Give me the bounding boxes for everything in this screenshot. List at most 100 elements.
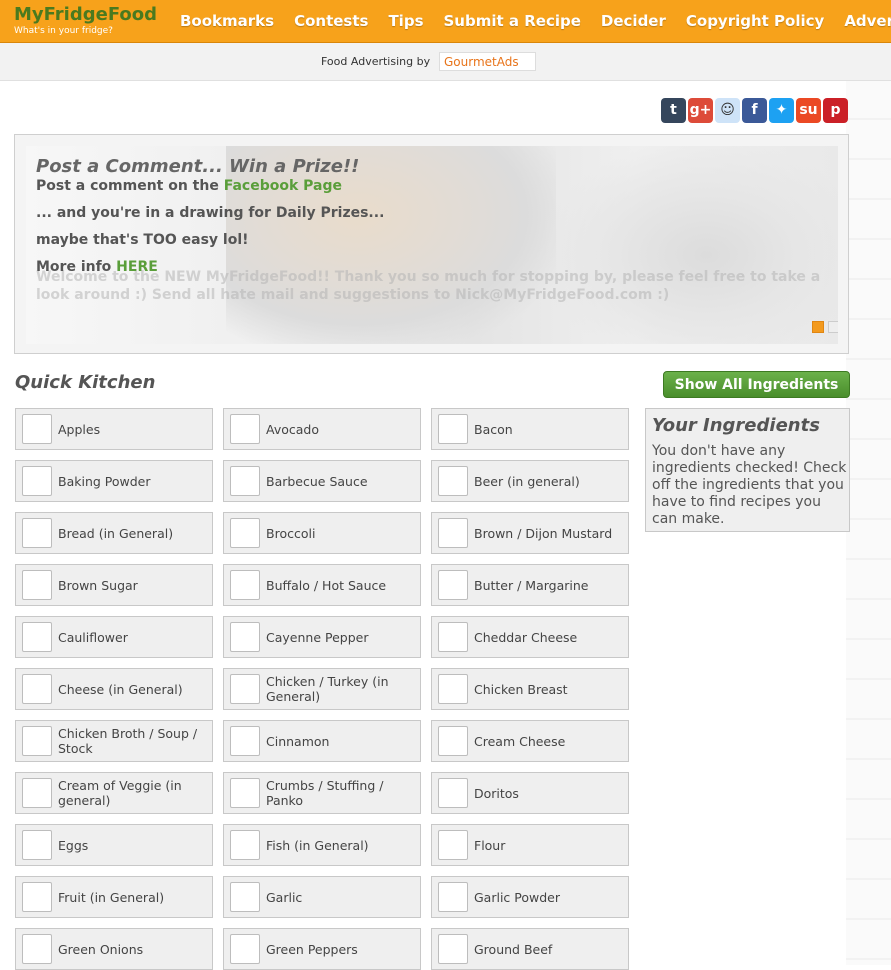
ingredient-checkbox[interactable]: [22, 466, 52, 496]
ingredient-item[interactable]: Fruit (in General): [15, 876, 213, 918]
reddit-icon[interactable]: ☺: [715, 98, 740, 123]
more-info-link[interactable]: HERE: [116, 259, 158, 275]
gourmetads-logo[interactable]: GourmetAds: [439, 52, 536, 71]
ingredient-item[interactable]: Buffalo / Hot Sauce: [223, 564, 421, 606]
ingredient-item[interactable]: Garlic Powder: [431, 876, 629, 918]
slide[interactable]: Welcome to the NEW MyFridgeFood!! Thank …: [26, 146, 838, 344]
sandwich-maker-image: [546, 146, 838, 344]
ingredient-item[interactable]: Cream of Veggie (in general): [15, 772, 213, 814]
ingredient-item[interactable]: Bacon: [431, 408, 629, 450]
ingredient-label: Apples: [58, 421, 101, 437]
ingredient-item[interactable]: Garlic: [223, 876, 421, 918]
ingredient-item[interactable]: Crumbs / Stuffing / Panko: [223, 772, 421, 814]
nav-contests[interactable]: Contests: [284, 0, 378, 42]
ingredient-checkbox[interactable]: [438, 778, 468, 808]
ingredient-item[interactable]: Cream Cheese: [431, 720, 629, 762]
ingredient-item[interactable]: Cheddar Cheese: [431, 616, 629, 658]
ingredient-checkbox[interactable]: [438, 674, 468, 704]
ingredient-checkbox[interactable]: [230, 726, 260, 756]
ingredient-item[interactable]: Chicken Broth / Soup / Stock: [15, 720, 213, 762]
ingredient-item[interactable]: Green Peppers: [223, 928, 421, 970]
ingredient-item[interactable]: Brown / Dijon Mustard: [431, 512, 629, 554]
ingredient-item[interactable]: Ground Beef: [431, 928, 629, 970]
ingredient-checkbox[interactable]: [22, 414, 52, 444]
ingredient-checkbox[interactable]: [230, 466, 260, 496]
ingredient-checkbox[interactable]: [438, 414, 468, 444]
ingredient-item[interactable]: Doritos: [431, 772, 629, 814]
ingredient-checkbox[interactable]: [22, 934, 52, 964]
ingredient-checkbox[interactable]: [230, 830, 260, 860]
ingredient-checkbox[interactable]: [230, 778, 260, 808]
ingredient-label: Doritos: [474, 785, 519, 801]
ingredient-item[interactable]: Beer (in general): [431, 460, 629, 502]
ingredient-item[interactable]: Avocado: [223, 408, 421, 450]
ingredient-item[interactable]: Butter / Margarine: [431, 564, 629, 606]
ingredient-checkbox[interactable]: [230, 570, 260, 600]
ingredient-item[interactable]: Chicken Breast: [431, 668, 629, 710]
ingredient-checkbox[interactable]: [22, 674, 52, 704]
ingredient-checkbox[interactable]: [438, 622, 468, 652]
ingredient-checkbox[interactable]: [438, 726, 468, 756]
ingredient-checkbox[interactable]: [230, 414, 260, 444]
ingredient-checkbox[interactable]: [22, 726, 52, 756]
ingredient-item[interactable]: Barbecue Sauce: [223, 460, 421, 502]
ingredient-item[interactable]: Cinnamon: [223, 720, 421, 762]
nav-submit-a-recipe[interactable]: Submit a Recipe: [434, 0, 591, 42]
pinterest-icon[interactable]: p: [823, 98, 848, 123]
ingredient-checkbox[interactable]: [438, 518, 468, 548]
tumblr-icon[interactable]: t: [661, 98, 686, 123]
ingredient-label: Cream Cheese: [474, 733, 566, 749]
nav-bookmarks[interactable]: Bookmarks: [170, 0, 284, 42]
ingredient-checkbox[interactable]: [438, 934, 468, 964]
ingredient-item[interactable]: Apples: [15, 408, 213, 450]
google-plus-icon[interactable]: g+: [688, 98, 713, 123]
ingredient-item[interactable]: Cheese (in General): [15, 668, 213, 710]
site-logo[interactable]: MyFridgeFood What's in your fridge?: [14, 5, 157, 37]
ingredient-checkbox[interactable]: [230, 622, 260, 652]
slider-dot-2[interactable]: [828, 321, 838, 333]
ingredient-checkbox[interactable]: [438, 466, 468, 496]
ingredient-checkbox[interactable]: [22, 518, 52, 548]
slide-title: Post a Comment... Win a Prize!!: [36, 156, 360, 177]
ingredient-checkbox[interactable]: [22, 830, 52, 860]
facebook-page-link[interactable]: Facebook Page: [224, 178, 342, 194]
ingredient-checkbox[interactable]: [230, 934, 260, 964]
stumbleupon-icon[interactable]: su: [796, 98, 821, 123]
nav-advertise[interactable]: Advertise: [834, 0, 891, 42]
ingredient-checkbox[interactable]: [438, 882, 468, 912]
ingredient-checkbox[interactable]: [22, 778, 52, 808]
ingredient-checkbox[interactable]: [22, 622, 52, 652]
ingredient-item[interactable]: Green Onions: [15, 928, 213, 970]
ingredient-label: Cream of Veggie (in general): [58, 778, 182, 808]
ingredient-item[interactable]: Eggs: [15, 824, 213, 866]
ingredient-label: Chicken Broth / Soup / Stock: [58, 726, 198, 756]
main-nav: Bookmarks Contests Tips Submit a Recipe Deci…: [170, 0, 891, 42]
twitter-icon[interactable]: ✦: [769, 98, 794, 123]
ingredient-checkbox[interactable]: [230, 882, 260, 912]
your-ingredients-message: You don't have any ingredients checked! …: [652, 443, 847, 527]
ingredient-item[interactable]: Bread (in General): [15, 512, 213, 554]
ingredient-checkbox[interactable]: [438, 830, 468, 860]
slide-line-more-info: More info HERE: [36, 259, 158, 275]
show-all-ingredients-button[interactable]: Show All Ingredients: [663, 371, 850, 398]
ingredient-item[interactable]: Cauliflower: [15, 616, 213, 658]
facebook-icon[interactable]: f: [742, 98, 767, 123]
nav-tips[interactable]: Tips: [378, 0, 433, 42]
ingredient-checkbox[interactable]: [22, 882, 52, 912]
quick-kitchen-title: Quick Kitchen: [15, 372, 156, 393]
ingredient-item[interactable]: Broccoli: [223, 512, 421, 554]
ingredient-item[interactable]: Fish (in General): [223, 824, 421, 866]
ingredient-item[interactable]: Brown Sugar: [15, 564, 213, 606]
ingredient-item[interactable]: Cayenne Pepper: [223, 616, 421, 658]
ingredient-item[interactable]: Chicken / Turkey (in General): [223, 668, 421, 710]
ingredient-item[interactable]: Baking Powder: [15, 460, 213, 502]
ingredient-checkbox[interactable]: [230, 674, 260, 704]
ingredient-checkbox[interactable]: [438, 570, 468, 600]
nav-decider[interactable]: Decider: [591, 0, 676, 42]
slider-dot-1[interactable]: [812, 321, 824, 333]
ingredient-checkbox[interactable]: [22, 570, 52, 600]
nav-copyright-policy[interactable]: Copyright Policy: [676, 0, 834, 42]
ingredient-label: Fruit (in General): [58, 889, 165, 905]
ingredient-item[interactable]: Flour: [431, 824, 629, 866]
ingredient-checkbox[interactable]: [230, 518, 260, 548]
